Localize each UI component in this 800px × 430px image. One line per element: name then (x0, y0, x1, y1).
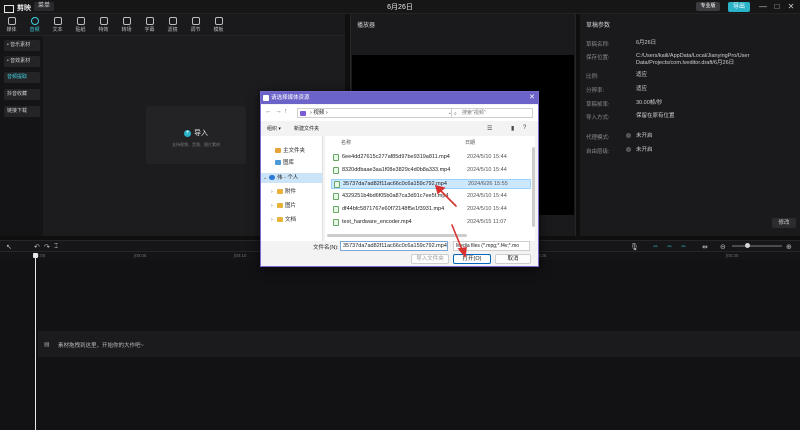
arrowhead (457, 247, 467, 258)
annotation-arrows (434, 184, 467, 258)
